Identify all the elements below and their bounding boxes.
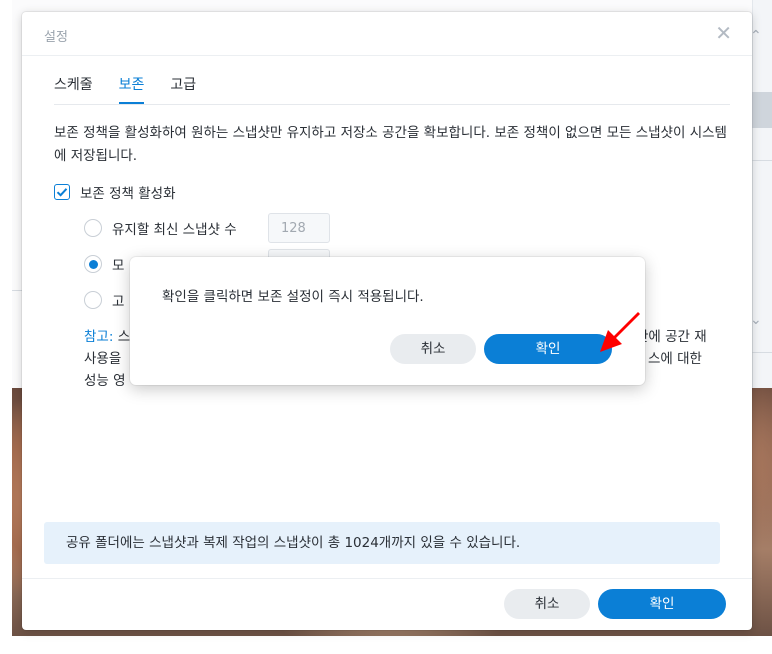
dialog-title: 설정 [44, 30, 68, 45]
option-second: 모 [84, 254, 124, 274]
tab-retention[interactable]: 보존 [118, 76, 144, 104]
third-option-label: 고 [112, 294, 125, 310]
enable-retention-row: 보존 정책 활성화 [54, 182, 176, 202]
confirm-popup: 확인을 클릭하면 보존 설정이 즉시 적용됩니다. 취소 확인 [130, 257, 645, 385]
note-line-2: 사용을 [84, 351, 122, 367]
background-divider [12, 290, 22, 291]
tabs-divider [54, 104, 730, 105]
option-keep-latest: 유지할 최신 스냅샷 수 [84, 218, 237, 238]
second-option-label: 모 [112, 258, 125, 274]
note-line-3: 성능 영 [84, 373, 126, 389]
popup-cancel-button[interactable]: 취소 [390, 334, 476, 364]
confirm-message: 확인을 클릭하면 보존 설정이 즉시 적용됩니다. [162, 289, 424, 305]
snapshot-limit-info: 공유 폴더에는 스냅샷과 복제 작업의 스냅샷이 총 1024개까지 있을 수 … [44, 522, 720, 564]
enable-retention-label: 보존 정책 활성화 [80, 186, 176, 202]
note-text-fragment: 스 [117, 329, 131, 345]
cancel-button[interactable]: 취소 [504, 589, 590, 619]
note-line-2-right: 스에 대한 [648, 351, 702, 367]
background-divider [752, 160, 772, 161]
background-window-edge [752, 0, 772, 388]
note-label: 참고: [84, 329, 114, 345]
background-scroll-block [752, 92, 772, 128]
second-option-radio[interactable] [84, 255, 102, 273]
tab-advanced[interactable]: 고급 [170, 76, 196, 104]
check-icon [56, 188, 68, 197]
background-divider [752, 352, 772, 353]
ok-button[interactable]: 확인 [598, 589, 726, 619]
third-option-radio[interactable] [84, 291, 102, 309]
option-third: 고 [84, 290, 124, 310]
tab-schedule[interactable]: 스케줄 [54, 76, 93, 104]
tab-bar: 스케줄 보존 고급 [54, 76, 196, 104]
keep-latest-label: 유지할 최신 스냅샷 수 [112, 222, 237, 238]
note-line-1-right: 간에 공간 재 [636, 329, 707, 345]
keep-latest-radio[interactable] [84, 219, 102, 237]
footer-divider [22, 578, 752, 579]
retention-description: 보존 정책을 활성화하여 원하는 스냅샷만 유지하고 저장소 공간을 확보합니다… [54, 125, 727, 164]
keep-latest-count-input[interactable]: 128 [268, 213, 330, 243]
red-arrow-icon [600, 312, 640, 352]
note-line-1: 참고: 스 [84, 326, 130, 348]
header-divider [22, 55, 752, 56]
enable-retention-checkbox[interactable] [54, 184, 70, 200]
popup-ok-button[interactable]: 확인 [484, 334, 612, 364]
close-icon[interactable]: ✕ [715, 22, 732, 44]
